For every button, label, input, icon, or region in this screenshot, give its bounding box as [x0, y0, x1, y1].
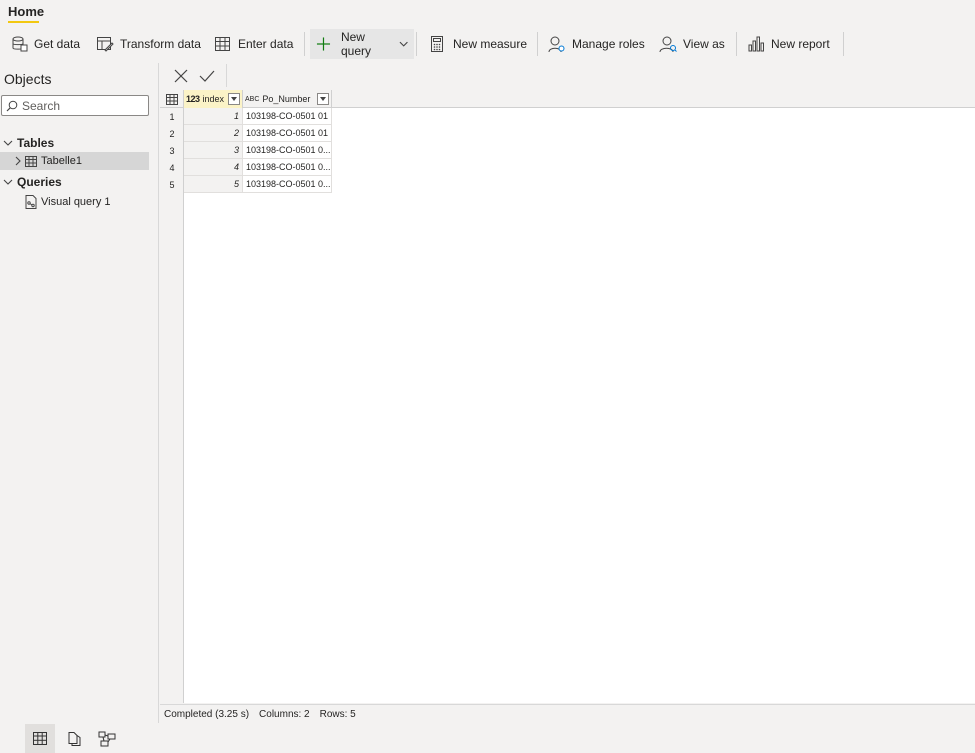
tab-home[interactable]: Home [8, 4, 44, 19]
tables-section-header[interactable]: Tables [0, 134, 150, 152]
row-number-column [160, 108, 184, 703]
chevron-right-icon [15, 156, 21, 166]
chevron-down-icon [399, 41, 408, 47]
search-input[interactable] [22, 98, 142, 113]
search-icon [6, 100, 18, 112]
grid-cell[interactable]: 103198-CO-0501 0... [243, 176, 332, 193]
formula-bar [164, 64, 975, 88]
chevron-down-icon [3, 140, 13, 146]
status-rows: Rows: 5 [319, 709, 356, 720]
checkmark-icon[interactable] [199, 69, 215, 83]
grid-cell[interactable]: 103198-CO-0501 01 [243, 108, 332, 125]
status-completed: Completed (3.25 s) [164, 709, 250, 720]
tree-item-label: Visual query 1 [41, 196, 111, 208]
grid-cell[interactable]: 5 [184, 176, 243, 193]
enter-data-button[interactable]: Enter data [214, 29, 293, 59]
column-header-label: index [202, 94, 225, 104]
row-number[interactable]: 2 [160, 125, 184, 142]
grid-cell[interactable]: 1 [184, 108, 243, 125]
column-header-po-number[interactable]: ABC Po_Number [243, 90, 332, 108]
view-as-label: View as [683, 37, 725, 51]
manage-roles-icon [548, 36, 565, 53]
ribbon-separator [843, 32, 844, 56]
ribbon-separator [736, 32, 737, 56]
ribbon-separator [416, 32, 417, 56]
status-bar: Completed (3.25 s) Columns: 2 Rows: 5 [160, 704, 975, 724]
database-icon [12, 36, 28, 52]
new-report-label: New report [771, 37, 830, 51]
visual-query-icon [25, 195, 37, 209]
transform-data-button[interactable]: Transform data [96, 29, 201, 59]
plus-icon [316, 37, 331, 51]
data-view-button[interactable] [25, 724, 55, 753]
select-all-table-button[interactable] [160, 90, 184, 108]
queries-section-header[interactable]: Queries [0, 173, 150, 191]
manage-roles-button[interactable]: Manage roles [548, 29, 645, 59]
search-box[interactable] [1, 95, 149, 116]
ribbon-tabs: Home [0, 0, 975, 24]
get-data-label: Get data [34, 37, 81, 51]
view-as-button[interactable]: View as [659, 29, 725, 59]
number-type-icon[interactable]: 123 [186, 94, 200, 104]
column-filter-dropdown[interactable] [317, 93, 329, 105]
row-number[interactable]: 5 [160, 176, 184, 193]
table-icon [165, 93, 178, 105]
ribbon-separator [537, 32, 538, 56]
model-icon [98, 731, 116, 746]
tree-item-visual-query-1[interactable]: Visual query 1 [0, 193, 150, 211]
queries-header-label: Queries [17, 175, 62, 189]
text-type-icon[interactable]: ABC [245, 96, 259, 103]
tables-header-label: Tables [17, 136, 55, 150]
chevron-down-icon [3, 179, 13, 185]
ribbon-separator [304, 32, 305, 56]
table-icon [25, 155, 37, 167]
column-header-index[interactable]: 123 index [184, 90, 243, 108]
model-view-button[interactable] [92, 724, 122, 753]
manage-roles-label: Manage roles [572, 37, 645, 51]
grid-cell[interactable]: 3 [184, 142, 243, 159]
tree-item-label: Tabelle1 [41, 155, 82, 167]
documents-icon [68, 731, 81, 746]
transform-data-icon [97, 37, 114, 52]
transform-data-label: Transform data [120, 37, 201, 51]
column-header-label: Po_Number [262, 94, 311, 104]
bar-chart-icon [748, 36, 764, 52]
ribbon-toolbar: Get data Transform data Enter data New q… [0, 26, 975, 62]
enter-data-label: Enter data [238, 37, 294, 51]
grid-cell[interactable]: 103198-CO-0501 0... [243, 159, 332, 176]
row-number[interactable]: 3 [160, 142, 184, 159]
grid-cell[interactable]: 103198-CO-0501 01 [243, 125, 332, 142]
row-number[interactable]: 1 [160, 108, 184, 125]
grid-cell[interactable]: 4 [184, 159, 243, 176]
new-measure-label: New measure [453, 37, 528, 51]
get-data-button[interactable]: Get data [10, 29, 80, 59]
tab-active-indicator [8, 21, 39, 23]
new-report-button[interactable]: New report [747, 29, 830, 59]
row-number[interactable]: 4 [160, 159, 184, 176]
query-view-button[interactable] [59, 724, 89, 753]
status-columns: Columns: 2 [259, 709, 310, 720]
close-icon[interactable] [174, 69, 188, 83]
enter-data-icon [215, 37, 230, 51]
table-icon [33, 732, 47, 745]
grid-cell[interactable]: 103198-CO-0501 0... [243, 142, 332, 159]
grid-cell[interactable]: 2 [184, 125, 243, 142]
tree-item-tabelle1[interactable]: Tabelle1 [0, 152, 149, 170]
formula-bar-divider [226, 64, 227, 87]
new-measure-button[interactable]: New measure [429, 29, 527, 59]
new-query-label: New query [340, 30, 371, 58]
column-filter-dropdown[interactable] [228, 93, 240, 105]
view-switcher-bar [0, 724, 975, 753]
chevron-down-icon [231, 97, 237, 101]
view-as-icon [659, 36, 677, 53]
new-query-button[interactable]: New query [310, 29, 414, 59]
objects-pane: Objects Tables Tabelle1 Queries Visual q… [0, 63, 159, 723]
chevron-down-icon [320, 97, 326, 101]
calculator-icon [431, 36, 443, 52]
objects-title: Objects [4, 71, 52, 87]
